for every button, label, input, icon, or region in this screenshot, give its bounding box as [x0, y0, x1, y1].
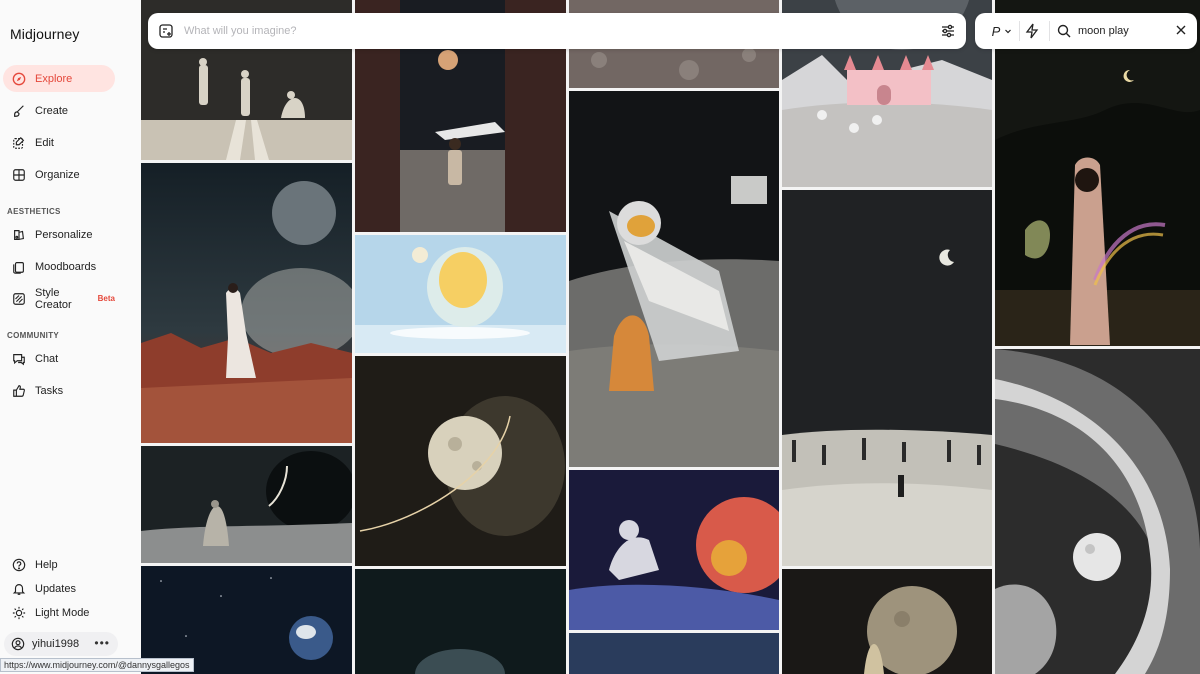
gallery-image[interactable] [355, 569, 566, 674]
username: yihui1998 [32, 638, 80, 650]
search-query-text: moon play [1078, 25, 1129, 37]
sidebar-item-label: Moodboards [35, 260, 97, 273]
help-icon [12, 558, 26, 572]
sidebar-item-label: Updates [35, 582, 76, 595]
grid-icon [12, 168, 26, 182]
gallery-image[interactable] [995, 349, 1200, 674]
sidebar-item-label: Organize [35, 168, 80, 181]
sidebar-item-help[interactable]: Help [3, 551, 115, 578]
sidebar-item-organize[interactable]: Organize [3, 161, 115, 188]
chat-icon [12, 352, 26, 366]
compass-icon [12, 72, 26, 86]
sidebar-item-label: Help [35, 558, 58, 571]
search-icon [1057, 24, 1071, 38]
gallery-image[interactable] [782, 569, 992, 674]
brand-logo[interactable]: Midjourney [10, 26, 79, 42]
sidebar-item-label: Create [35, 104, 69, 117]
close-icon[interactable] [1175, 24, 1187, 36]
gallery-image[interactable] [569, 470, 779, 630]
divider [1019, 21, 1020, 41]
moodboard-icon [12, 260, 26, 274]
brush-icon [12, 104, 26, 118]
gallery-image[interactable] [355, 235, 566, 353]
section-label-community: COMMUNITY [7, 331, 60, 340]
personalize-toggle-label: P [991, 23, 1001, 39]
prompt-bar [148, 13, 966, 49]
explore-gallery [141, 0, 1200, 674]
bell-icon [12, 582, 26, 596]
explore-search-bar: P moon play [975, 13, 1197, 49]
palette-icon [12, 228, 26, 242]
settings-sliders-icon[interactable] [940, 23, 956, 39]
search-query-field[interactable]: moon play [1057, 21, 1191, 41]
sidebar-item-light-mode[interactable]: Light Mode [3, 599, 115, 626]
beta-badge: Beta [97, 294, 115, 303]
chevron-down-icon [1005, 29, 1012, 34]
divider [1049, 21, 1050, 41]
sidebar-item-tasks[interactable]: Tasks [3, 377, 115, 404]
sidebar-item-label: Style Creator [35, 286, 72, 311]
sidebar-item-style-creator[interactable]: Style Creator Beta [3, 285, 115, 312]
sidebar-item-label: Edit [35, 136, 54, 149]
style-creator-icon [12, 292, 26, 306]
sidebar-item-label: Tasks [35, 384, 64, 397]
more-options-button[interactable]: ••• [94, 636, 110, 650]
thumbs-up-icon [12, 384, 26, 398]
sidebar-item-label: Explore [35, 72, 73, 85]
section-label-aesthetics: AESTHETICS [7, 207, 61, 216]
sidebar-item-updates[interactable]: Updates [3, 575, 115, 602]
sidebar-item-explore[interactable]: Explore [3, 65, 115, 92]
lightning-icon[interactable] [1025, 23, 1039, 39]
user-menu[interactable]: yihui1998 ••• [4, 632, 118, 656]
status-url-tooltip: https://www.midjourney.com/@dannysgalleg… [0, 658, 194, 672]
sidebar: Midjourney Explore Create Edit Organize [0, 0, 141, 674]
personalize-toggle[interactable]: P [981, 19, 1023, 43]
sidebar-item-label: Light Mode [35, 606, 90, 619]
gallery-image[interactable] [141, 163, 352, 443]
avatar-icon [11, 637, 25, 651]
sidebar-item-personalize[interactable]: Personalize [3, 221, 115, 248]
gallery-image[interactable] [782, 190, 992, 566]
sidebar-item-chat[interactable]: Chat [3, 345, 115, 372]
edit-icon [12, 136, 26, 150]
sun-icon [12, 606, 26, 620]
sidebar-item-moodboards[interactable]: Moodboards [3, 253, 115, 280]
gallery-image[interactable] [569, 91, 779, 467]
app-window: Midjourney Explore Create Edit Organize [0, 0, 1200, 674]
gallery-image[interactable] [141, 446, 352, 563]
gallery-image[interactable] [355, 356, 566, 566]
add-image-icon[interactable] [158, 23, 174, 39]
sidebar-item-create[interactable]: Create [3, 97, 115, 124]
sidebar-item-label: Personalize [35, 228, 93, 241]
sidebar-item-label: Chat [35, 352, 59, 365]
sidebar-item-edit[interactable]: Edit [3, 129, 115, 156]
prompt-input[interactable] [184, 21, 924, 41]
gallery-image[interactable] [995, 0, 1200, 346]
gallery-image[interactable] [569, 633, 779, 674]
